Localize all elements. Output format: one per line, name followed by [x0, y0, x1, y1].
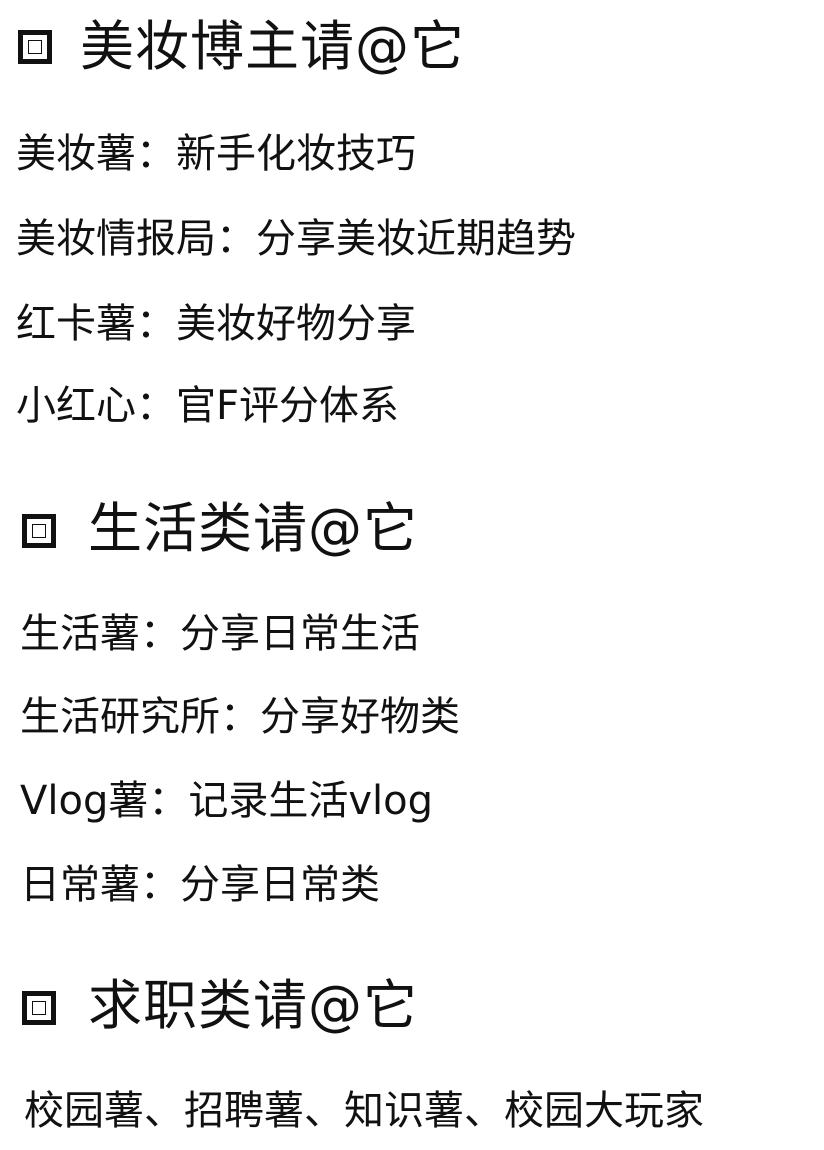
- checkbox-icon: [22, 991, 56, 1025]
- list-item: 生活研究所：分享好物类: [20, 694, 460, 740]
- list-item: 红卡薯：美妆好物分享: [16, 301, 416, 347]
- section-heading: 美妆博主请@它: [0, 0, 824, 96]
- heading-text: 求职类请@它: [88, 974, 418, 1037]
- heading-text: 美妆博主请@它: [80, 15, 465, 78]
- list-item: 美妆薯：新手化妆技巧: [16, 131, 416, 177]
- list-item: 生活薯：分享日常生活: [20, 611, 420, 657]
- section-beauty-bloggers: 美妆博主请@它 美妆薯：新手化妆技巧 美妆情报局：分享美妆近期趋势 红卡薯：美妆…: [0, 0, 824, 429]
- list-item: Vlog薯：记录生活vlog: [20, 778, 433, 824]
- checkbox-icon: [22, 514, 56, 548]
- list-item: 日常薯：分享日常类: [20, 862, 380, 908]
- section-job-seeking: 求职类请@它 校园薯、招聘薯、知识薯、校园大玩家: [0, 955, 824, 1134]
- checkbox-icon: [18, 30, 52, 64]
- list-item: 校园薯、招聘薯、知识薯、校园大玩家: [24, 1088, 704, 1134]
- list-item: 小红心：官F评分体系: [16, 383, 400, 429]
- section-heading: 生活类请@它: [0, 478, 824, 574]
- section-heading: 求职类请@它: [0, 955, 824, 1051]
- heading-text: 生活类请@它: [88, 497, 418, 560]
- section-lifestyle: 生活类请@它 生活薯：分享日常生活 生活研究所：分享好物类 Vlog薯：记录生活…: [0, 478, 824, 908]
- list-item: 美妆情报局：分享美妆近期趋势: [16, 216, 576, 262]
